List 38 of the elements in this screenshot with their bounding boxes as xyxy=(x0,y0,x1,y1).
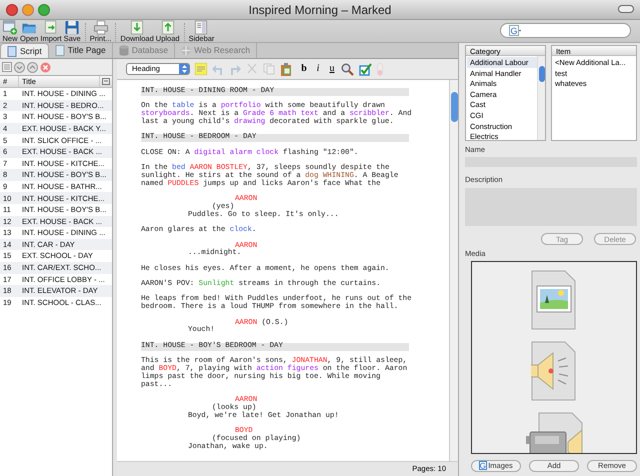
database-icon xyxy=(118,45,129,56)
window-title: Inspired Morning – Marked xyxy=(248,2,392,18)
italic-button[interactable]: i xyxy=(314,63,322,75)
redo-icon[interactable] xyxy=(229,63,241,75)
scrollbar[interactable] xyxy=(449,80,458,461)
download-icon xyxy=(129,20,146,34)
upload-icon xyxy=(160,20,176,34)
search-field[interactable]: G xyxy=(500,23,631,38)
delete-icon[interactable] xyxy=(40,62,51,72)
updown-arrows-icon xyxy=(182,65,186,73)
minimize-button[interactable] xyxy=(22,4,34,16)
globe-icon xyxy=(181,45,192,56)
document-icon xyxy=(54,45,65,56)
move-up-icon[interactable] xyxy=(27,62,38,72)
move-down-icon[interactable] xyxy=(14,62,25,72)
search-engine-icon: G xyxy=(479,461,488,470)
image-file-icon[interactable] xyxy=(531,270,577,330)
column-options-icon[interactable] xyxy=(102,78,110,85)
zoom-button[interactable] xyxy=(38,4,50,16)
note-icon[interactable] xyxy=(195,63,207,75)
scrollbar[interactable] xyxy=(537,56,545,140)
copy-icon[interactable] xyxy=(263,63,275,75)
clipboard-icon[interactable] xyxy=(280,62,292,76)
close-button[interactable] xyxy=(6,4,18,16)
bold-button[interactable]: b xyxy=(300,63,308,75)
checkbox-icon[interactable] xyxy=(359,62,372,76)
script-page[interactable] xyxy=(117,80,450,461)
tab[interactable]: Script xyxy=(0,43,49,58)
new-document-icon xyxy=(2,20,18,34)
undo-icon[interactable] xyxy=(212,63,224,75)
search-icon[interactable] xyxy=(341,62,354,76)
search-engine-icon[interactable]: G xyxy=(509,25,521,36)
sound-file-icon[interactable] xyxy=(531,340,577,401)
list-icon[interactable] xyxy=(2,62,12,72)
document-icon xyxy=(7,46,17,56)
underline-button[interactable]: u xyxy=(328,63,336,75)
toolbar-toggle-button[interactable] xyxy=(618,5,634,13)
import-icon xyxy=(42,20,59,34)
